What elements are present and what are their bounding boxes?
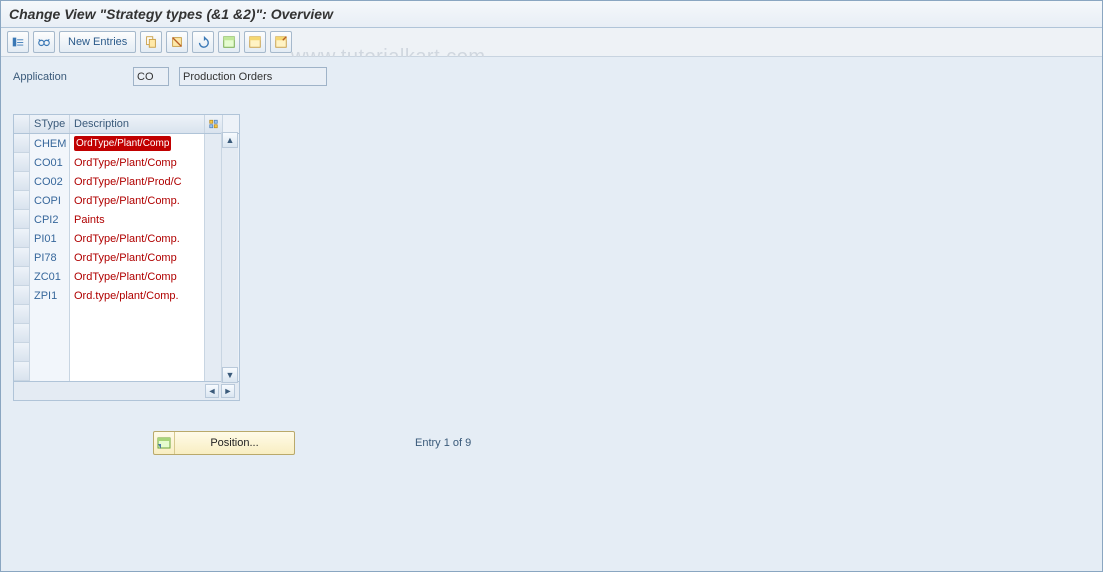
cell-description[interactable]: OrdType/Plant/Comp: [70, 134, 205, 153]
row-selector[interactable]: [14, 172, 30, 191]
cell-stype[interactable]: PI01: [30, 229, 70, 248]
grid-body: CHEMOrdType/Plant/CompCO01OrdType/Plant/…: [14, 134, 239, 381]
strategy-types-grid: SType Description CHEMOrdType/Plant/Comp…: [13, 114, 240, 401]
application-field-row: Application: [13, 67, 1090, 86]
cell-stype[interactable]: CO02: [30, 172, 70, 191]
table-row[interactable]: ZC01OrdType/Plant/Comp: [14, 267, 239, 286]
row-selector[interactable]: [14, 191, 30, 210]
row-selector[interactable]: [14, 267, 30, 286]
row-selector[interactable]: [14, 134, 30, 153]
table-row[interactable]: CO02OrdType/Plant/Prod/C: [14, 172, 239, 191]
row-selector[interactable]: [14, 229, 30, 248]
copy-icon[interactable]: [140, 31, 162, 53]
row-selector[interactable]: [14, 343, 30, 362]
deselect-icon[interactable]: [270, 31, 292, 53]
cell-stype[interactable]: PI78: [30, 248, 70, 267]
select-all-icon[interactable]: [218, 31, 240, 53]
sap-window: Change View "Strategy types (&1 &2)": Ov…: [0, 0, 1103, 572]
position-button-label: Position...: [175, 437, 294, 449]
cell-description[interactable]: [70, 362, 205, 381]
table-row[interactable]: ZPI1Ord.type/plant/Comp.: [14, 286, 239, 305]
grid-vertical-scrollbar[interactable]: ▲ ▼: [221, 132, 238, 383]
cell-stype[interactable]: ZPI1: [30, 286, 70, 305]
delete-icon[interactable]: [166, 31, 188, 53]
grid-config-icon[interactable]: [205, 115, 223, 133]
cell-description[interactable]: OrdType/Plant/Comp: [70, 153, 205, 172]
table-row[interactable]: [14, 324, 239, 343]
cell-description[interactable]: OrdType/Plant/Comp.: [70, 191, 205, 210]
position-button[interactable]: Position...: [153, 431, 295, 455]
details-icon[interactable]: [7, 31, 29, 53]
table-row[interactable]: PI01OrdType/Plant/Comp.: [14, 229, 239, 248]
cell-stype[interactable]: [30, 343, 70, 362]
toolbar: New Entries: [1, 28, 1102, 57]
title-bar: Change View "Strategy types (&1 &2)": Ov…: [1, 1, 1102, 28]
scroll-left-icon[interactable]: ◄: [205, 384, 219, 398]
table-row[interactable]: COPIOrdType/Plant/Comp.: [14, 191, 239, 210]
row-selector[interactable]: [14, 362, 30, 381]
table-row[interactable]: [14, 305, 239, 324]
table-row[interactable]: [14, 362, 239, 381]
row-selector[interactable]: [14, 305, 30, 324]
grid-footer: ◄ ►: [14, 381, 239, 400]
row-selector[interactable]: [14, 286, 30, 305]
cell-stype[interactable]: [30, 305, 70, 324]
entry-count-label: Entry 1 of 9: [415, 437, 471, 449]
grid-header-selector[interactable]: [14, 115, 30, 133]
row-selector[interactable]: [14, 153, 30, 172]
content-area: Application SType Description CHEMOrdTyp…: [1, 57, 1102, 571]
scroll-right-icon[interactable]: ►: [221, 384, 235, 398]
row-selector[interactable]: [14, 324, 30, 343]
cell-stype[interactable]: CPI2: [30, 210, 70, 229]
application-label: Application: [13, 71, 123, 83]
table-row[interactable]: PI78OrdType/Plant/Comp: [14, 248, 239, 267]
grid-header-stype[interactable]: SType: [30, 115, 70, 133]
glasses-icon[interactable]: [33, 31, 55, 53]
select-block-icon[interactable]: [244, 31, 266, 53]
cell-description[interactable]: [70, 305, 205, 324]
position-icon: [154, 432, 175, 454]
cell-description[interactable]: OrdType/Plant/Comp: [70, 248, 205, 267]
cell-description[interactable]: OrdType/Plant/Comp: [70, 267, 205, 286]
grid-container: SType Description CHEMOrdType/Plant/Comp…: [13, 114, 238, 401]
grid-header-row: SType Description: [14, 115, 239, 134]
new-entries-button[interactable]: New Entries: [59, 31, 136, 53]
position-row: Position... Entry 1 of 9: [153, 431, 1090, 455]
application-code-input[interactable]: [133, 67, 169, 86]
page-title: Change View "Strategy types (&1 &2)": Ov…: [9, 6, 333, 22]
application-desc-input[interactable]: [179, 67, 327, 86]
table-row[interactable]: CHEMOrdType/Plant/Comp: [14, 134, 239, 153]
cell-stype[interactable]: CO01: [30, 153, 70, 172]
cell-description[interactable]: Paints: [70, 210, 205, 229]
cell-description[interactable]: [70, 343, 205, 362]
scroll-down-icon[interactable]: ▼: [222, 367, 238, 383]
cell-description[interactable]: Ord.type/plant/Comp.: [70, 286, 205, 305]
cell-description[interactable]: [70, 324, 205, 343]
row-selector[interactable]: [14, 248, 30, 267]
cell-description[interactable]: OrdType/Plant/Prod/C: [70, 172, 205, 191]
cell-stype[interactable]: CHEM: [30, 134, 70, 153]
cell-stype[interactable]: ZC01: [30, 267, 70, 286]
table-row[interactable]: [14, 343, 239, 362]
scroll-up-icon[interactable]: ▲: [222, 132, 238, 148]
cell-stype[interactable]: COPI: [30, 191, 70, 210]
cell-stype[interactable]: [30, 362, 70, 381]
grid-header-desc[interactable]: Description: [70, 115, 205, 133]
table-row[interactable]: CPI2Paints: [14, 210, 239, 229]
cell-stype[interactable]: [30, 324, 70, 343]
row-selector[interactable]: [14, 210, 30, 229]
table-row[interactable]: CO01OrdType/Plant/Comp: [14, 153, 239, 172]
undo-icon[interactable]: [192, 31, 214, 53]
cell-description[interactable]: OrdType/Plant/Comp.: [70, 229, 205, 248]
